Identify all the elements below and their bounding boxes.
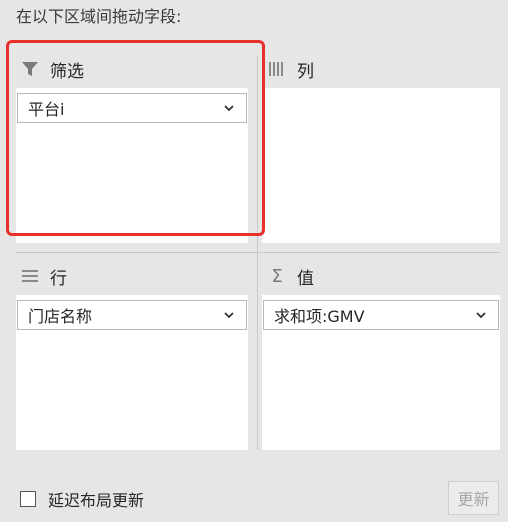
rows-zone-title: 行 (50, 268, 67, 289)
defer-layout-update-checkbox[interactable] (20, 491, 36, 507)
defer-layout-update-label: 延迟布局更新 (48, 491, 145, 510)
rows-zone-header: 行 (20, 262, 67, 290)
values-zone-title: 值 (297, 268, 314, 289)
instruction-text: 在以下区域间拖动字段: (16, 7, 182, 26)
filters-field-platform[interactable]: 平台i (17, 93, 247, 123)
chevron-down-icon[interactable] (222, 101, 236, 115)
columns-drop-area[interactable] (262, 88, 500, 243)
sigma-icon: Σ (271, 265, 283, 287)
filters-zone-title: 筛选 (50, 61, 84, 82)
defer-layout-update-row[interactable]: 延迟布局更新 (20, 487, 144, 511)
chevron-down-icon[interactable] (474, 308, 488, 322)
columns-zone-title: 列 (297, 61, 314, 82)
values-field-label: 求和项:GMV (274, 307, 365, 326)
values-zone-header: Σ 值 (267, 262, 314, 290)
chevron-down-icon[interactable] (222, 308, 236, 322)
rows-field-label: 门店名称 (28, 307, 93, 326)
rows-icon (20, 266, 40, 286)
filters-zone-header: 筛选 (20, 55, 84, 83)
columns-icon (267, 59, 287, 79)
filters-field-label: 平台i (28, 100, 65, 119)
columns-zone-header: 列 (267, 55, 314, 83)
filter-icon (20, 59, 40, 79)
update-button[interactable]: 更新 (448, 481, 499, 515)
rows-field-store-name[interactable]: 门店名称 (17, 300, 247, 330)
horizontal-divider (16, 252, 500, 253)
values-field-gmv-sum[interactable]: 求和项:GMV (263, 300, 499, 330)
